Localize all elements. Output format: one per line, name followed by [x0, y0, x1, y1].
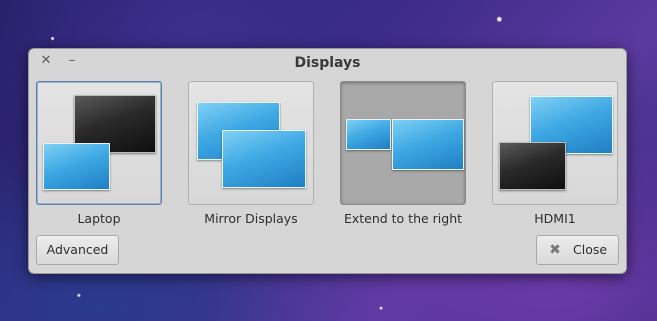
advanced-button[interactable]: Advanced	[36, 235, 119, 265]
option-hdmi1[interactable]	[492, 81, 618, 205]
laptop-screen-icon	[346, 119, 391, 150]
close-icon: ✖	[549, 242, 561, 258]
option-mirror-displays-label: Mirror Displays	[204, 211, 298, 226]
laptop-screen-icon-off	[499, 142, 566, 190]
option-laptop-label: Laptop	[77, 211, 121, 226]
laptop-screen-icon	[43, 143, 110, 190]
option-hdmi1-label: HDMI1	[534, 211, 576, 226]
option-extend-to-right[interactable]	[340, 81, 466, 205]
title-bar: ✕ – Displays	[29, 49, 626, 77]
option-extend-to-right-label: Extend to the right	[343, 211, 463, 226]
option-mirror-displays[interactable]	[188, 81, 314, 205]
mirror-screen-front-icon	[222, 130, 306, 188]
option-laptop[interactable]	[36, 81, 162, 205]
close-button[interactable]: ✖ Close	[536, 235, 619, 265]
displays-dialog: ✕ – Displays Laptop Mirror Displays Exte…	[28, 48, 627, 274]
external-monitor-icon	[392, 119, 464, 170]
window-title: Displays	[294, 55, 361, 71]
close-button-label: Close	[573, 242, 608, 257]
